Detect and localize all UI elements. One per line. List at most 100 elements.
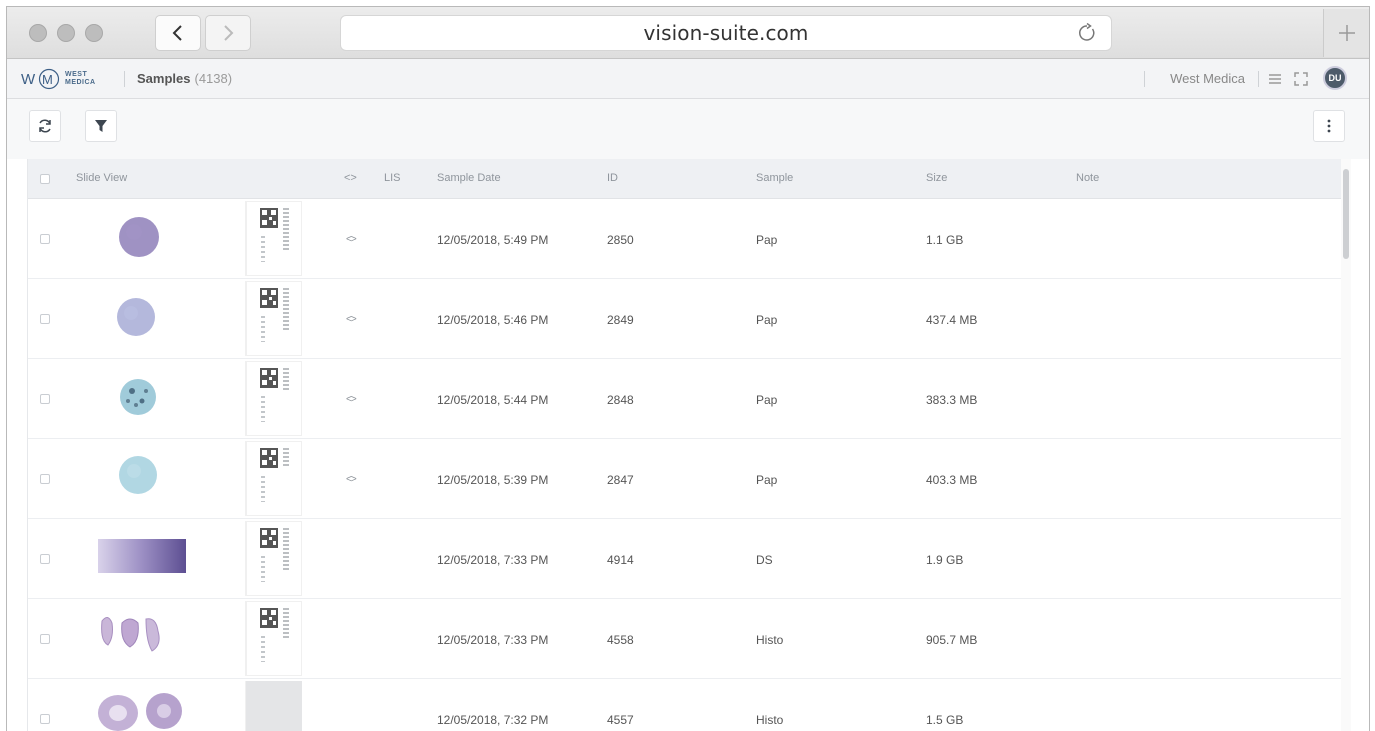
sample-id: 2850: [607, 233, 634, 247]
slide-label: [246, 281, 302, 356]
zoom-window-button[interactable]: [85, 24, 103, 42]
toolbar: [7, 99, 1369, 159]
filter-button[interactable]: [85, 110, 117, 142]
slide-thumbnail[interactable]: [76, 361, 246, 436]
back-button[interactable]: [155, 15, 201, 51]
plus-icon: [1338, 25, 1355, 41]
column-header-code[interactable]: <>: [344, 172, 357, 184]
browser-titlebar: vision-suite.com: [7, 7, 1369, 59]
slide-image: [119, 456, 157, 494]
table-row[interactable]: 12/05/2018, 7:33 PM 4914 DS 1.9 GB: [28, 519, 1341, 599]
sample-size: 383.3 MB: [926, 393, 978, 407]
sample-date: 12/05/2018, 7:33 PM: [437, 633, 549, 647]
address-bar[interactable]: vision-suite.com: [340, 15, 1112, 51]
slide-thumbnail[interactable]: [76, 521, 246, 596]
slide-thumbnail[interactable]: [76, 201, 246, 276]
slide-image: [98, 693, 182, 731]
sample-count: (4138): [194, 71, 233, 86]
select-all-checkbox[interactable]: [40, 174, 50, 184]
sample-size: 1.1 GB: [926, 233, 964, 247]
sample-date: 12/05/2018, 5:46 PM: [437, 313, 549, 327]
refresh-button[interactable]: [29, 110, 61, 142]
row-checkbox[interactable]: [40, 554, 50, 564]
slide-thumbnail[interactable]: [76, 681, 246, 731]
sample-id: 2847: [607, 473, 634, 487]
sample-id: 4558: [607, 633, 634, 647]
slide-image: [120, 379, 156, 415]
row-checkbox[interactable]: [40, 474, 50, 484]
page-title-text: Samples: [137, 71, 191, 86]
label-dots: [261, 236, 265, 262]
organization-name[interactable]: West Medica: [1170, 71, 1245, 86]
row-checkbox[interactable]: [40, 314, 50, 324]
refresh-icon: [39, 119, 51, 133]
samples-table: Slide View <> LIS Sample Date ID Sample …: [27, 159, 1341, 731]
slide-thumbnail[interactable]: [76, 441, 246, 516]
forward-button[interactable]: [205, 15, 251, 51]
qr-code-icon: [260, 368, 278, 388]
sample-date: 12/05/2018, 7:32 PM: [437, 713, 549, 727]
fullscreen-icon[interactable]: [1293, 71, 1309, 87]
scrollbar-thumb[interactable]: [1343, 169, 1349, 259]
row-checkbox[interactable]: [40, 394, 50, 404]
sample-size: 437.4 MB: [926, 313, 978, 327]
table-row[interactable]: <> 12/05/2018, 5:44 PM 2848 Pap 383.3 MB: [28, 359, 1341, 439]
qr-code-icon: [260, 288, 278, 308]
column-header-slide-view[interactable]: Slide View: [76, 172, 127, 184]
code-link-icon[interactable]: <>: [346, 474, 357, 485]
table-row[interactable]: <> 12/05/2018, 5:46 PM 2849 Pap 437.4 MB: [28, 279, 1341, 359]
chevron-right-icon: [224, 25, 234, 41]
west-medica-logo[interactable]: W M: [21, 68, 61, 90]
table-row[interactable]: 12/05/2018, 7:32 PM 4557 Histo 1.5 GB: [28, 679, 1341, 731]
table-row[interactable]: <> 12/05/2018, 5:39 PM 2847 Pap 403.3 MB: [28, 439, 1341, 519]
close-window-button[interactable]: [29, 24, 47, 42]
code-link-icon[interactable]: <>: [346, 314, 357, 325]
code-link-icon[interactable]: <>: [346, 234, 357, 245]
code-link-icon[interactable]: <>: [346, 394, 357, 405]
slide-label: [246, 361, 302, 436]
slide-thumbnail[interactable]: [76, 601, 246, 676]
column-header-size[interactable]: Size: [926, 172, 947, 184]
row-checkbox[interactable]: [40, 234, 50, 244]
user-avatar[interactable]: DU: [1323, 66, 1347, 90]
label-text-strip: [283, 448, 289, 468]
label-text-strip: [283, 528, 289, 572]
table-row[interactable]: <> 12/05/2018, 5:49 PM 2850 Pap 1.1 GB: [28, 199, 1341, 279]
sample-size: 1.9 GB: [926, 553, 964, 567]
column-header-sample[interactable]: Sample: [756, 172, 793, 184]
column-header-note[interactable]: Note: [1076, 172, 1099, 184]
sample-type: Pap: [756, 313, 778, 327]
sample-id: 4557: [607, 713, 634, 727]
sample-type: Pap: [756, 473, 778, 487]
slide-label-placeholder: [246, 681, 302, 731]
label-dots: [261, 316, 265, 342]
menu-icon[interactable]: [1267, 71, 1283, 87]
slide-label: [246, 601, 302, 676]
row-checkbox[interactable]: [40, 714, 50, 724]
more-options-button[interactable]: [1313, 110, 1345, 142]
header-divider: [124, 71, 125, 87]
header-divider: [1144, 71, 1145, 87]
column-header-lis[interactable]: LIS: [384, 172, 401, 184]
sample-date: 12/05/2018, 5:44 PM: [437, 393, 549, 407]
sample-type: Pap: [756, 393, 778, 407]
minimize-window-button[interactable]: [57, 24, 75, 42]
reload-icon[interactable]: [1077, 23, 1097, 43]
column-header-id[interactable]: ID: [607, 172, 618, 184]
svg-text:M: M: [42, 72, 53, 87]
browser-window: vision-suite.com W M WEST MEDICA Samples…: [6, 6, 1370, 731]
table-scrollbar[interactable]: [1341, 159, 1351, 731]
sample-size: 1.5 GB: [926, 713, 964, 727]
logo-wordmark: WEST MEDICA: [65, 71, 96, 87]
slide-image: [101, 617, 160, 652]
new-tab-button[interactable]: [1323, 9, 1369, 57]
label-dots: [261, 396, 265, 422]
table-row[interactable]: 12/05/2018, 7:33 PM 4558 Histo 905.7 MB: [28, 599, 1341, 679]
sample-size: 403.3 MB: [926, 473, 978, 487]
app-header: W M WEST MEDICA Samples (4138) West Medic…: [7, 59, 1369, 99]
sample-date: 12/05/2018, 5:39 PM: [437, 473, 549, 487]
slide-image: [98, 539, 186, 573]
column-header-sample-date[interactable]: Sample Date: [437, 172, 501, 184]
slide-thumbnail[interactable]: [76, 281, 246, 356]
row-checkbox[interactable]: [40, 634, 50, 644]
